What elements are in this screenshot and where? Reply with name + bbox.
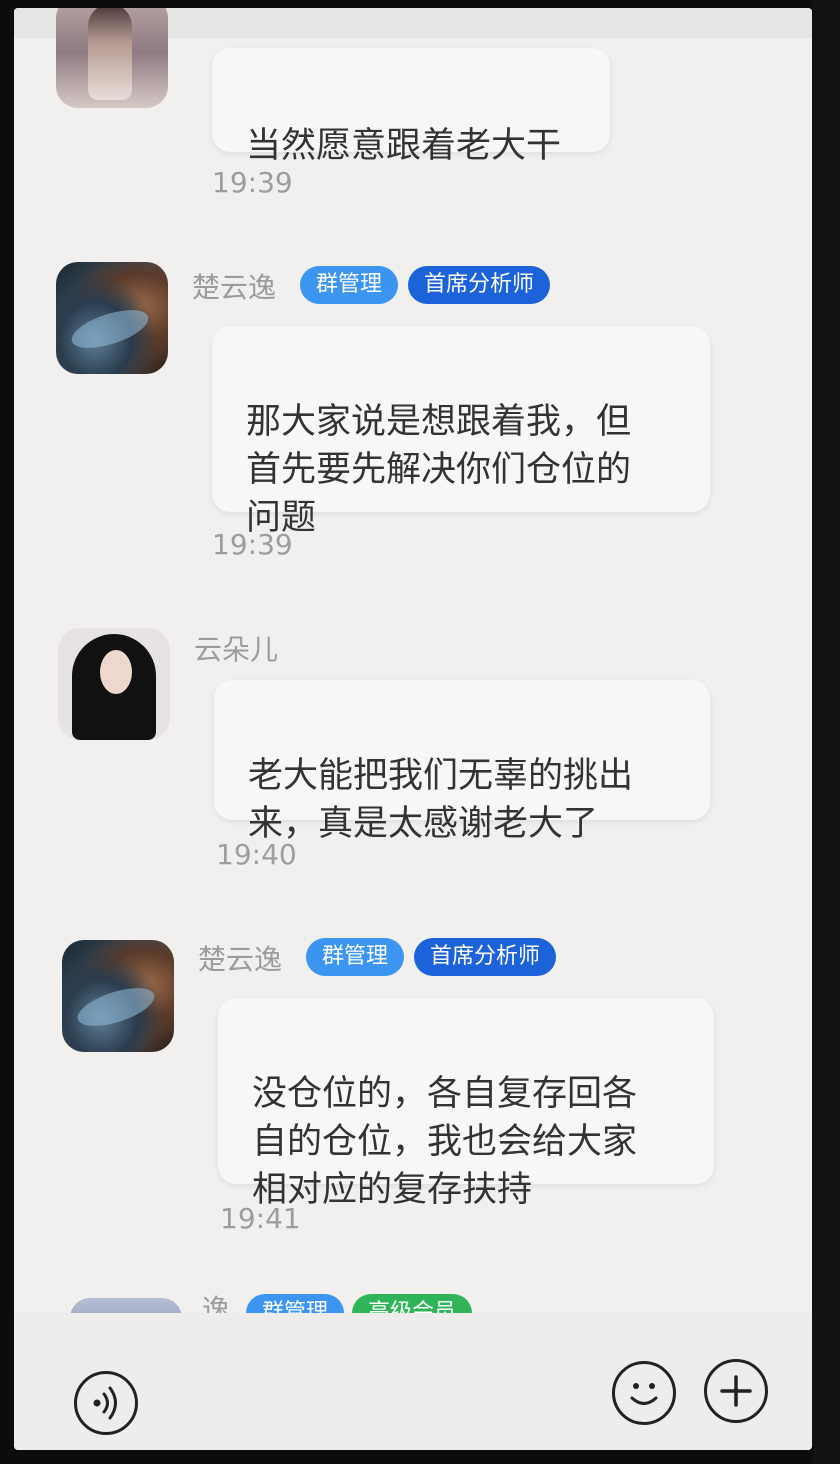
sender-name: 云朵儿 — [194, 633, 279, 666]
avatar[interactable] — [62, 940, 174, 1052]
message-bubble[interactable]: 没仓位的，各自复存回各 自的仓位，我也会给大家 相对应的复存扶持 — [218, 998, 714, 1210]
message-text: 那大家说是想跟着我，但 首先要先解决你们仓位的 问题 — [246, 402, 632, 538]
message-time: 19:39 — [212, 528, 293, 561]
badge-admin: 群管理 — [300, 266, 399, 304]
message-bubble[interactable]: 当然愿意跟着老大干 — [212, 48, 610, 166]
input-bar — [14, 1313, 812, 1450]
badge-chief-analyst: 首席分析师 — [408, 266, 551, 304]
message-time: 19:39 — [212, 166, 293, 199]
message-time: 19:41 — [220, 1202, 301, 1235]
message-text: 当然愿意跟着老大干 — [246, 126, 562, 166]
message-time: 19:40 — [216, 838, 297, 871]
chat-screen: 当然愿意跟着老大干 19:39 楚云逸 群管理 首席分析师 那大家说是想跟着我，… — [14, 8, 812, 1450]
message-bubble[interactable]: 那大家说是想跟着我，但 首先要先解决你们仓位的 问题 — [212, 326, 710, 538]
voice-icon[interactable] — [74, 1371, 138, 1435]
plus-icon[interactable] — [704, 1359, 768, 1423]
message-text: 没仓位的，各自复存回各 自的仓位，我也会给大家 相对应的复存扶持 — [252, 1074, 638, 1210]
badge-admin: 群管理 — [306, 938, 405, 976]
avatar[interactable] — [56, 8, 168, 108]
device-bezel — [812, 0, 840, 1464]
avatar[interactable] — [56, 262, 168, 374]
sender-name: 楚云逸 — [198, 943, 283, 976]
sender-name: 楚云逸 — [192, 271, 277, 304]
emoji-icon[interactable] — [612, 1361, 676, 1425]
message-bubble[interactable]: 老大能把我们无辜的挑出 来，真是太感谢老大了 — [214, 680, 710, 844]
avatar[interactable] — [58, 628, 170, 740]
badge-chief-analyst: 首席分析师 — [414, 938, 557, 976]
message-text: 老大能把我们无辜的挑出 来，真是太感谢老大了 — [248, 756, 634, 844]
